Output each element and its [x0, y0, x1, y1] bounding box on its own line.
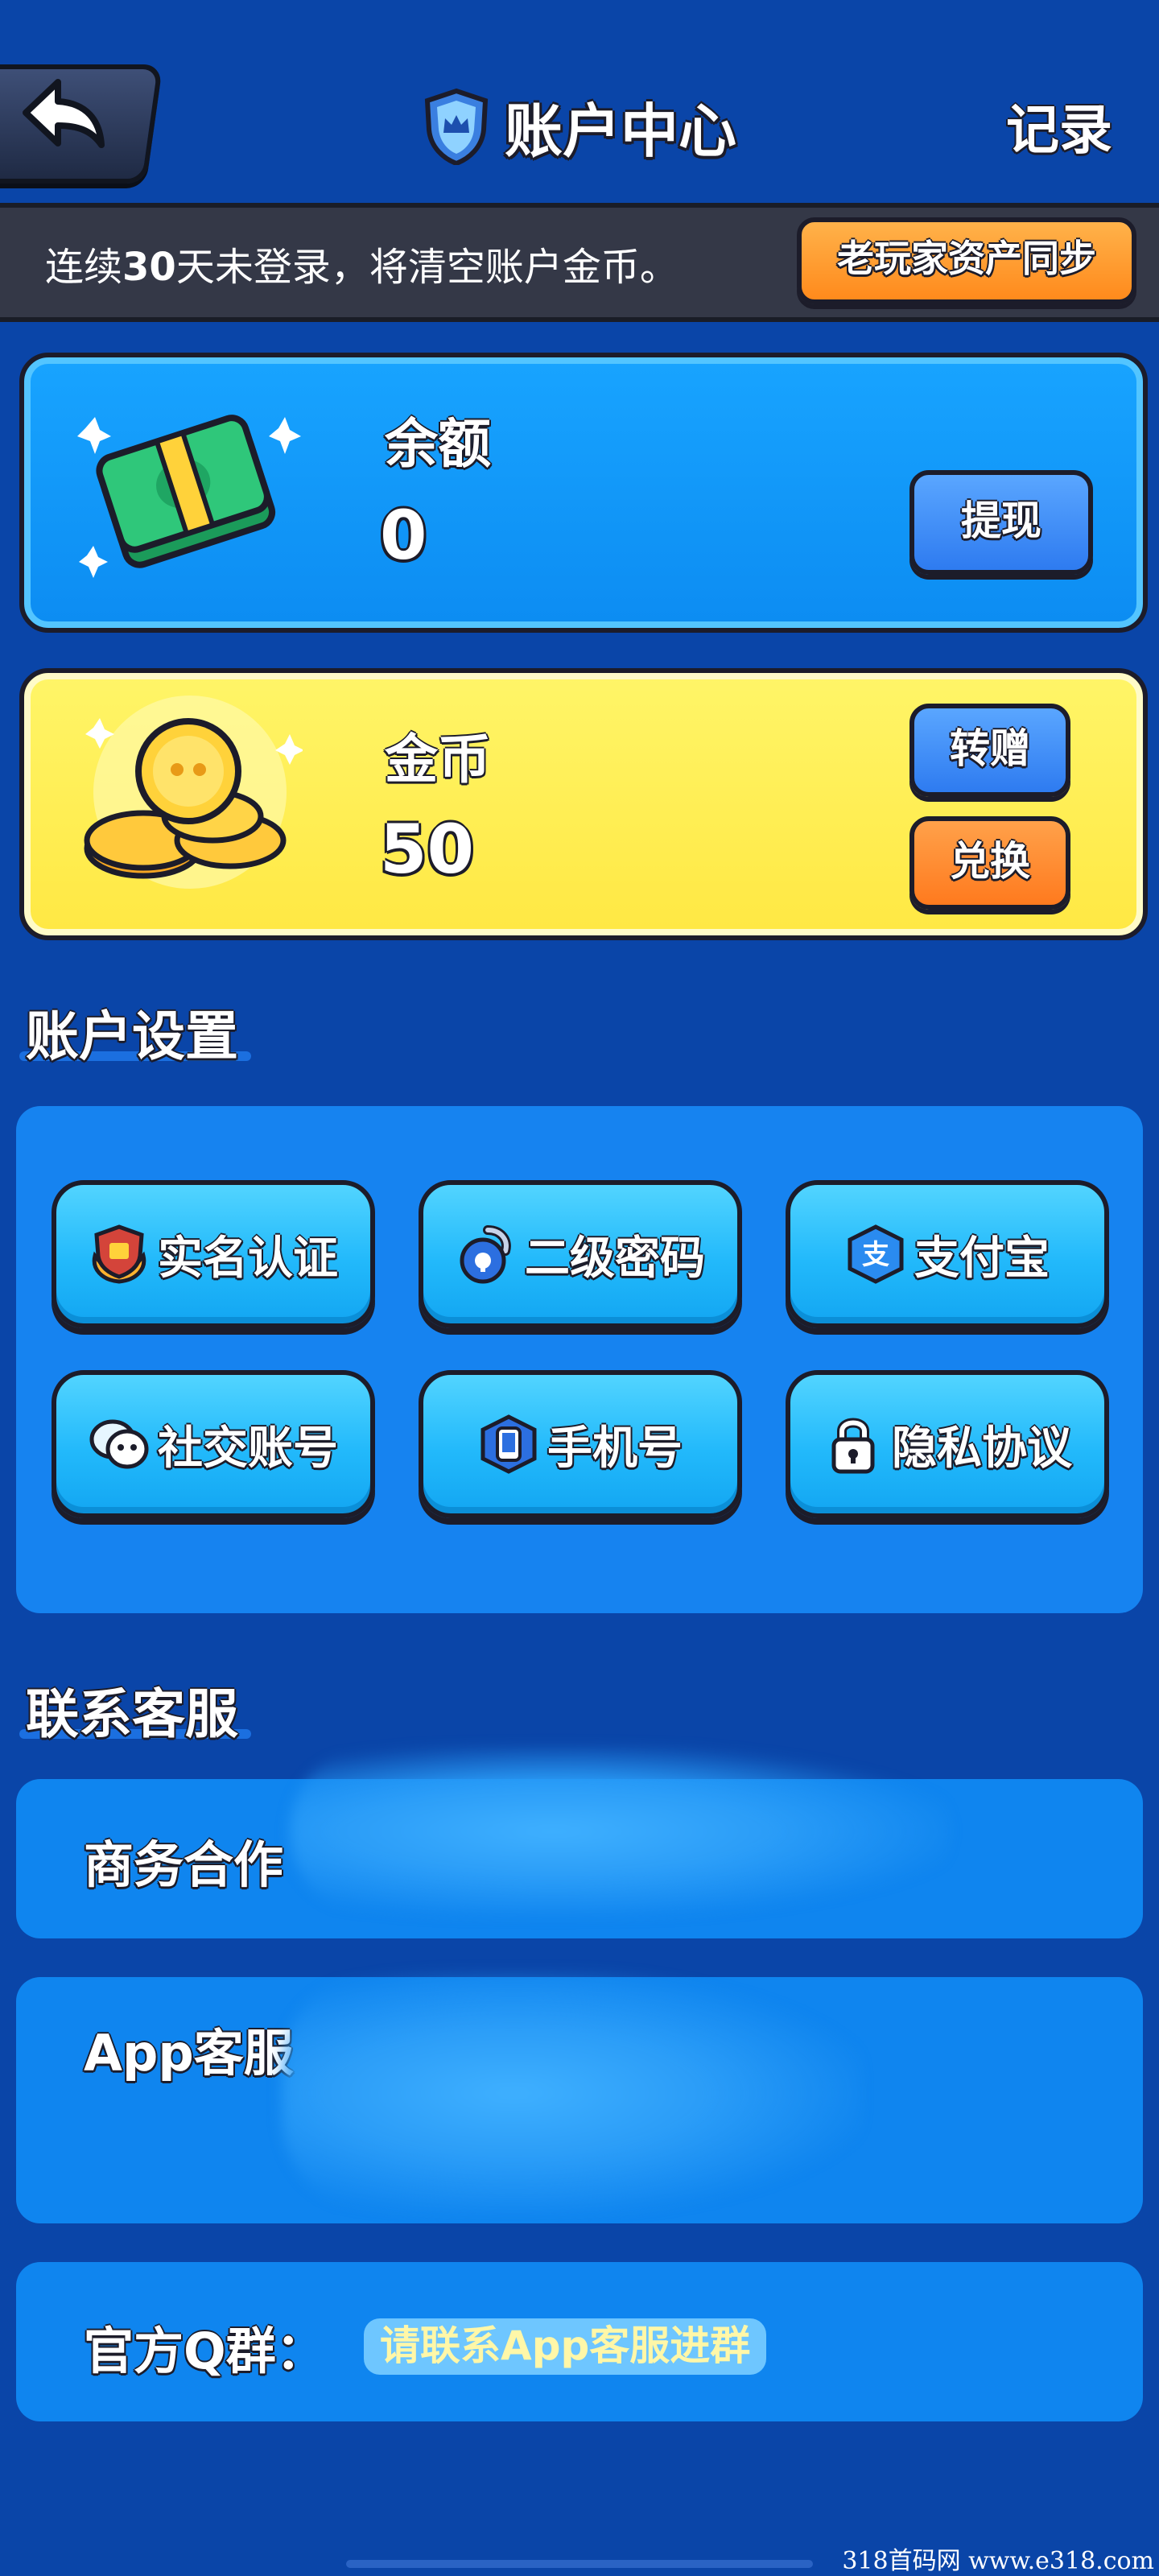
watermark: 318首码网 www.e318.com	[842, 2547, 1154, 2575]
setting-label: 手机号	[547, 1422, 683, 1475]
qq-group-value[interactable]: 请联系App客服进群	[364, 2318, 767, 2375]
coins-label: 金币	[385, 729, 491, 791]
setting-label: 实名认证	[158, 1232, 338, 1285]
setting-label: 支付宝	[914, 1232, 1050, 1285]
setting-label: 隐私协议	[892, 1422, 1072, 1475]
exchange-button[interactable]: 兑换	[909, 816, 1070, 910]
real-name-auth-button[interactable]: 实名认证	[52, 1180, 375, 1328]
lock-icon	[460, 1225, 511, 1284]
chat-icon	[89, 1419, 149, 1469]
sync-assets-button[interactable]: 老玩家资产同步	[797, 217, 1136, 304]
phone-number-button[interactable]: 手机号	[419, 1370, 742, 1518]
page-title-area: 账户中心	[0, 84, 1159, 179]
balance-value: 0	[380, 496, 427, 575]
redacted-info	[290, 1747, 950, 1916]
social-account-button[interactable]: 社交账号	[52, 1370, 375, 1518]
business-label: 商务合作	[84, 1835, 284, 1894]
account-settings-title: 账户设置	[26, 1005, 238, 1067]
notice-text: 连续30天未登录，将清空账户金币。	[45, 245, 678, 290]
gold-coins-icon	[84, 696, 303, 889]
coins-value: 50	[380, 810, 474, 889]
redacted-info	[282, 1972, 861, 2214]
cash-stack-icon	[77, 415, 301, 578]
badge-icon	[92, 1224, 146, 1284]
withdraw-button[interactable]: 提现	[909, 470, 1093, 575]
records-link[interactable]: 记录	[1006, 87, 1112, 164]
secondary-password-button[interactable]: 二级密码	[419, 1180, 742, 1328]
privacy-policy-button[interactable]: 隐私协议	[786, 1370, 1109, 1518]
padlock-icon	[831, 1418, 875, 1474]
alipay-icon: 支	[848, 1224, 904, 1284]
setting-label: 二级密码	[525, 1232, 705, 1285]
svg-text:支: 支	[862, 1239, 889, 1271]
app-service-label: App客服	[84, 2024, 294, 2083]
transfer-button[interactable]: 转赠	[909, 704, 1070, 797]
phone-icon	[481, 1414, 537, 1474]
balance-label: 余额	[385, 413, 491, 475]
setting-label: 社交账号	[158, 1422, 338, 1475]
contact-title: 联系客服	[26, 1683, 238, 1745]
page-title: 账户中心	[504, 97, 736, 165]
alipay-button[interactable]: 支 支付宝	[786, 1180, 1109, 1328]
qq-group-label: 官方Q群：	[84, 2322, 326, 2380]
shield-crown-icon	[424, 88, 489, 165]
home-indicator	[346, 2560, 813, 2568]
